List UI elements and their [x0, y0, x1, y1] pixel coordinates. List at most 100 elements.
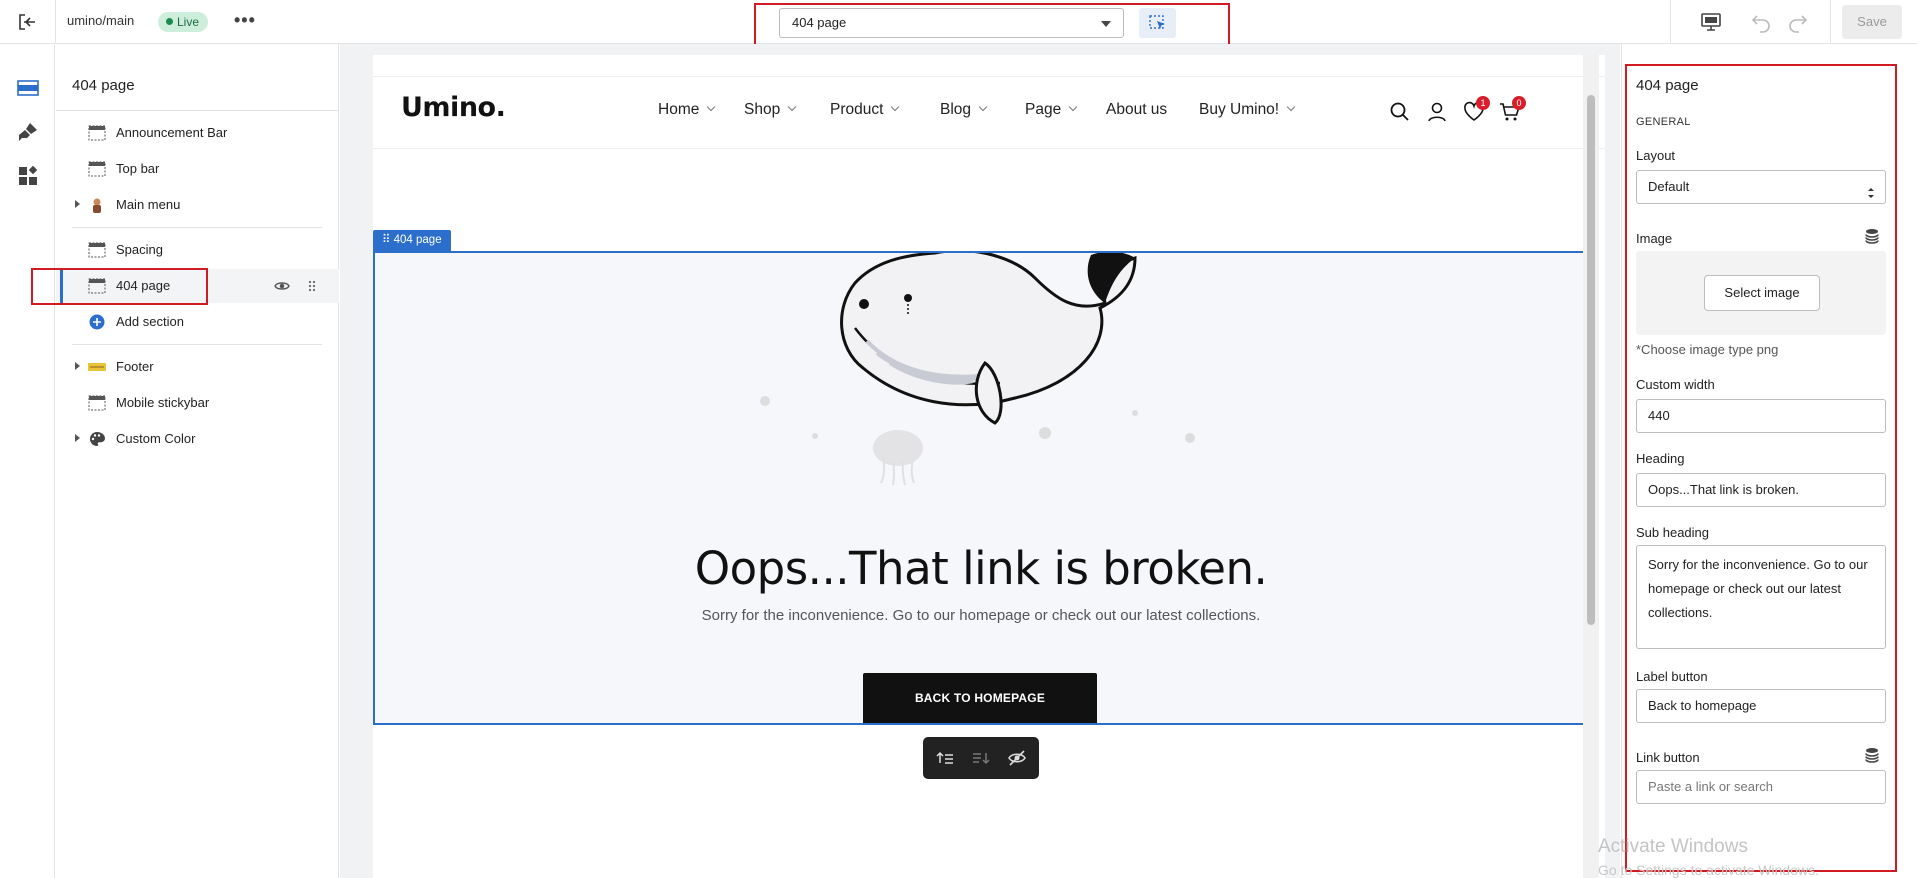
account-icon[interactable]: [1426, 101, 1448, 123]
caret-down-icon: [1101, 21, 1111, 27]
menu-thumbnail-icon: [88, 197, 106, 213]
expand-arrow-icon[interactable]: [75, 434, 80, 442]
subheading-textarea[interactable]: Sorry for the inconvenience. Go to our h…: [1636, 545, 1886, 649]
heading-label: Heading: [1636, 451, 1685, 466]
highlight-box: [31, 268, 208, 305]
cart-count-badge: 0: [1512, 96, 1526, 110]
page-select-value: 404 page: [792, 15, 847, 30]
chevron-down-icon: [707, 102, 716, 112]
nav-shop[interactable]: Shop: [744, 101, 797, 119]
preview-canvas: Umino. Home Shop Product Blog Page About…: [340, 44, 1620, 878]
nav-label: Blog: [940, 101, 972, 118]
app-blocks-icon[interactable]: [16, 164, 40, 188]
section-item-announcement-bar[interactable]: Announcement Bar: [56, 116, 339, 150]
windows-activation-watermark: Activate Windows: [1598, 836, 1748, 857]
divider: [55, 0, 56, 44]
panel-title: 404 page: [72, 77, 135, 94]
more-actions-icon[interactable]: •••: [234, 10, 256, 31]
section-item-spacing[interactable]: Spacing: [56, 233, 339, 267]
link-button-label: Link button: [1636, 750, 1700, 765]
section-settings-panel: 404 page GENERAL Layout Default Image Se…: [1621, 44, 1917, 878]
page-subheading: Sorry for the inconvenience. Go to our h…: [701, 607, 1261, 624]
move-up-icon[interactable]: [935, 748, 955, 768]
section-label: Custom Color: [116, 431, 196, 446]
nav-product[interactable]: Product: [830, 101, 900, 119]
nav-label: About us: [1106, 101, 1168, 118]
editor-top-bar: umino/main Live ••• 404 page Save: [0, 0, 1917, 57]
add-section-label: Add section: [116, 314, 184, 329]
live-dot-icon: [166, 18, 173, 25]
section-layout-icon: [88, 395, 106, 411]
section-label: Footer: [116, 359, 154, 374]
save-button[interactable]: Save: [1842, 5, 1902, 39]
nav-home[interactable]: Home: [658, 101, 716, 119]
label-button-label: Label button: [1636, 669, 1708, 684]
eye-visibility-icon[interactable]: [274, 279, 290, 296]
search-icon[interactable]: [1389, 101, 1411, 123]
undo-icon[interactable]: [1749, 10, 1773, 34]
theme-settings-brush-icon[interactable]: [16, 120, 40, 144]
desktop-preview-icon[interactable]: [1700, 12, 1722, 32]
chevron-down-icon: [891, 102, 900, 112]
drag-handle-icon[interactable]: [308, 279, 316, 296]
divider: [72, 344, 322, 345]
link-button-input[interactable]: Paste a link or search: [1636, 770, 1886, 804]
select-arrows-icon: [1867, 180, 1875, 212]
dynamic-source-icon[interactable]: [1864, 228, 1880, 244]
chevron-down-icon: [1286, 102, 1296, 112]
section-item-mobile-stickybar[interactable]: Mobile stickybar: [56, 386, 339, 420]
divider: [56, 110, 339, 111]
layout-select[interactable]: Default: [1636, 170, 1886, 204]
theme-name: umino/main: [67, 13, 135, 28]
store-logo[interactable]: Umino.: [401, 92, 506, 123]
custom-width-input[interactable]: 440: [1636, 399, 1886, 433]
nav-blog[interactable]: Blog: [940, 101, 988, 119]
nav-about-us[interactable]: About us: [1106, 101, 1167, 119]
scrollbar-thumb[interactable]: [1587, 95, 1595, 625]
announcement-bar-strip: [373, 55, 1605, 77]
custom-width-label: Custom width: [1636, 377, 1715, 392]
windows-activation-hint: Go to Settings to activate Windows.: [1598, 862, 1819, 878]
nav-label: Shop: [744, 101, 781, 118]
redo-icon[interactable]: [1786, 10, 1810, 34]
select-image-button[interactable]: Select image: [1704, 275, 1820, 311]
section-item-top-bar[interactable]: Top bar: [56, 152, 339, 186]
move-down-icon[interactable]: [971, 748, 991, 768]
nav-label: Home: [658, 101, 700, 118]
section-item-main-menu[interactable]: Main menu: [56, 188, 339, 222]
sections-icon[interactable]: [16, 76, 40, 100]
add-section-button[interactable]: Add section: [56, 305, 339, 339]
storefront-preview: Umino. Home Shop Product Blog Page About…: [373, 55, 1605, 878]
section-item-custom-color[interactable]: Custom Color: [56, 422, 339, 456]
chevron-down-icon: [978, 102, 988, 112]
divider: [1670, 0, 1671, 44]
back-to-homepage-button[interactable]: BACK TO HOMEPAGE: [863, 673, 1097, 723]
hide-section-icon[interactable]: [1007, 748, 1027, 768]
image-picker-area: Select image: [1636, 251, 1886, 335]
image-label: Image: [1636, 231, 1673, 246]
nav-buy-umino[interactable]: Buy Umino!: [1199, 101, 1296, 119]
exit-icon[interactable]: [16, 12, 38, 32]
sections-panel: 404 page Announcement Bar Top bar Main m…: [31, 44, 339, 878]
section-label: Mobile stickybar: [116, 395, 210, 410]
nav-page[interactable]: Page: [1025, 101, 1078, 119]
expand-arrow-icon[interactable]: [75, 200, 80, 208]
settings-title: 404 page: [1636, 77, 1699, 94]
dynamic-source-icon[interactable]: [1864, 747, 1880, 763]
layout-value: Default: [1648, 179, 1690, 194]
preview-scrollbar[interactable]: [1583, 55, 1599, 878]
nav-label: Page: [1025, 101, 1062, 118]
palette-icon: [88, 431, 106, 447]
label-button-input[interactable]: Back to homepage: [1636, 689, 1886, 723]
chevron-down-icon: [1068, 102, 1078, 112]
inspector-toggle-button[interactable]: [1139, 8, 1176, 38]
section-404-preview[interactable]: Oops...That link is broken. Sorry for th…: [373, 251, 1589, 725]
selected-section-tag[interactable]: ⠿ 404 page: [373, 230, 451, 251]
page-select[interactable]: 404 page: [779, 8, 1124, 38]
section-item-footer[interactable]: Footer: [56, 350, 339, 384]
heading-input[interactable]: Oops...That link is broken.: [1636, 473, 1886, 507]
expand-arrow-icon[interactable]: [75, 362, 80, 370]
page-heading: Oops...That link is broken.: [694, 542, 1268, 595]
nav-label: Buy Umino!: [1199, 101, 1280, 118]
subheading-label: Sub heading: [1636, 525, 1710, 540]
